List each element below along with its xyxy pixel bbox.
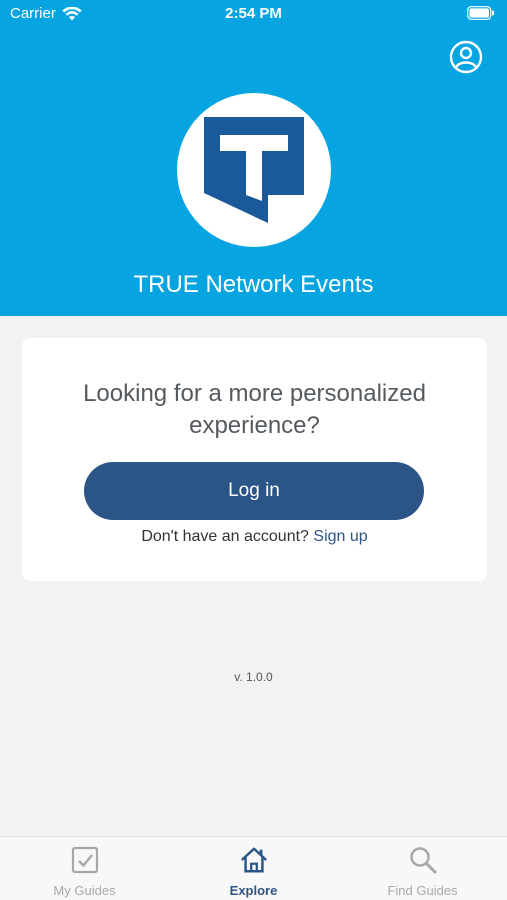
signup-link[interactable]: Sign up xyxy=(313,528,367,545)
tab-find-guides[interactable]: Find Guides xyxy=(338,845,507,900)
status-bar: Carrier 2:54 PM xyxy=(0,0,507,28)
tab-label: My Guides xyxy=(53,883,116,898)
login-button[interactable]: Log in xyxy=(84,462,424,520)
version-label: v. 1.0.0 xyxy=(234,670,273,684)
home-icon xyxy=(239,845,269,875)
user-profile-icon xyxy=(449,40,483,74)
no-account-text: Don't have an account? xyxy=(141,528,309,545)
status-time: 2:54 PM xyxy=(225,5,282,22)
tab-explore[interactable]: Explore xyxy=(169,845,338,900)
true-logo-icon xyxy=(204,117,304,223)
tab-label: Find Guides xyxy=(387,883,458,898)
signup-row: Don't have an account? Sign up xyxy=(22,528,487,546)
app-title: TRUE Network Events xyxy=(133,271,374,298)
tab-my-guides[interactable]: My Guides xyxy=(0,845,169,900)
checklist-icon xyxy=(70,845,100,875)
login-card: Looking for a more personalized experien… xyxy=(22,338,487,581)
login-prompt: Looking for a more personalized experien… xyxy=(83,380,426,439)
search-icon xyxy=(408,845,438,875)
tab-label: Explore xyxy=(229,883,278,898)
battery-icon xyxy=(467,6,495,24)
app-logo xyxy=(177,93,331,247)
tab-bar: My Guides Explore Find Guides xyxy=(0,836,507,900)
header: Carrier 2:54 PM TRUE Network Events xyxy=(0,0,507,316)
app-screen: Carrier 2:54 PM TRUE Network Events Look… xyxy=(0,0,507,900)
profile-button[interactable] xyxy=(449,40,483,74)
